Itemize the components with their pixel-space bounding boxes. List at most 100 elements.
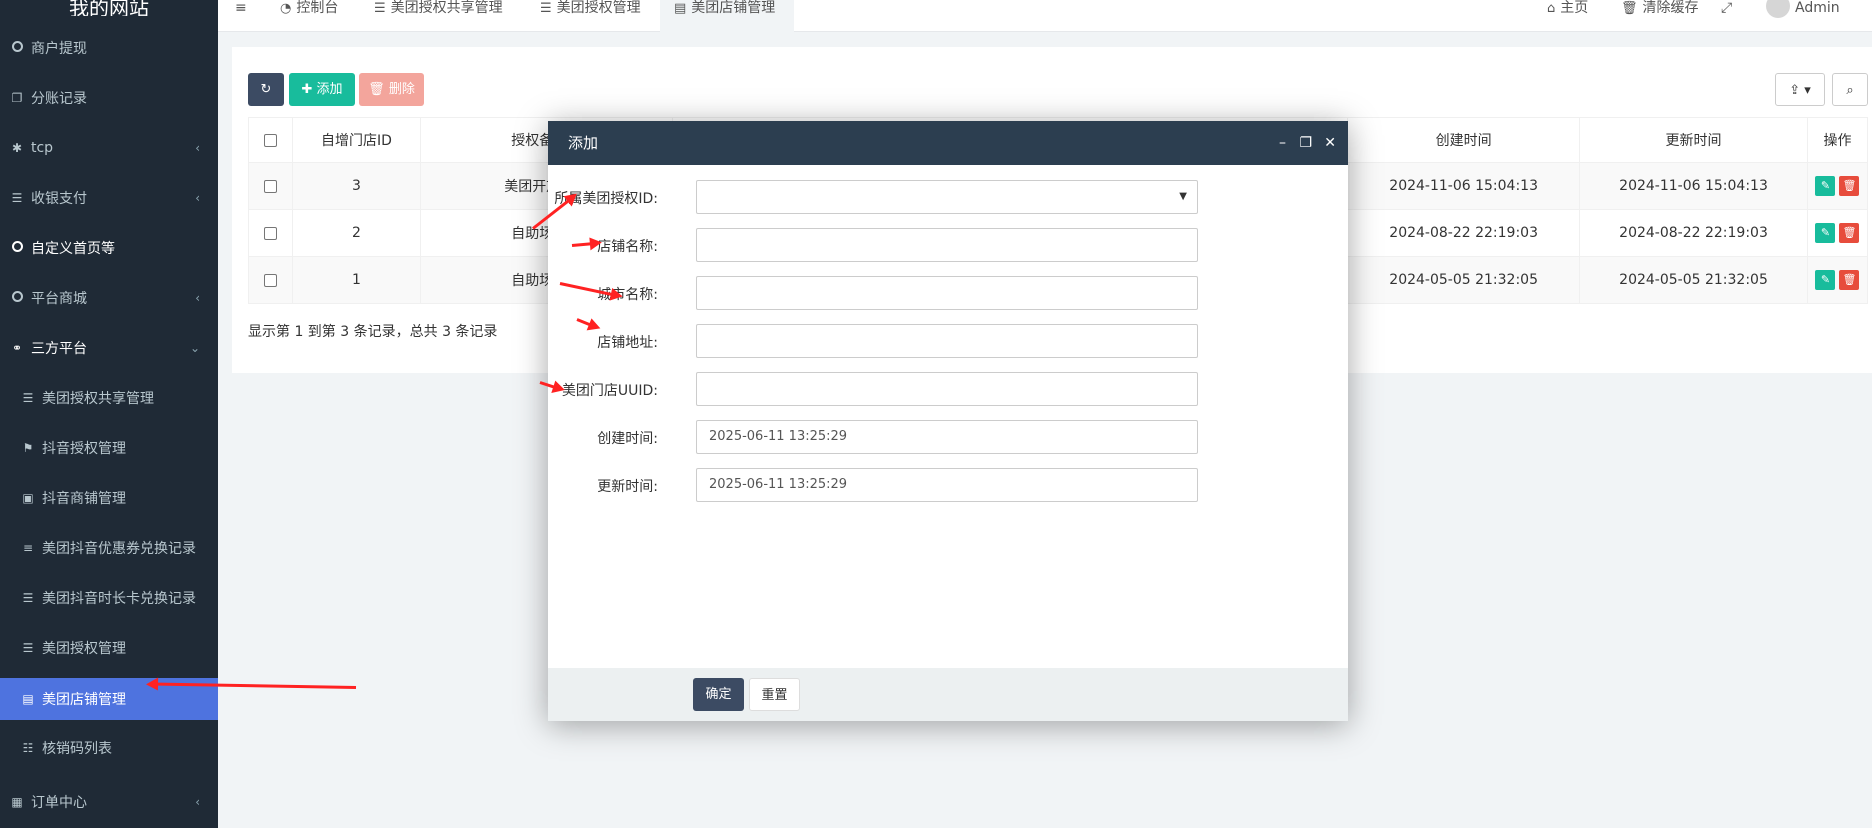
form-row-auth-id: 所属美团授权ID: ▼ — [548, 180, 1348, 214]
column-header[interactable]: 创建时间 — [1347, 117, 1581, 163]
export-icon: ⇪ ▾ — [1789, 83, 1811, 98]
topbar: ≡ ◔ 控制台 ☰ 美团授权共享管理 ☰ 美团授权管理 ▤ 美团店铺管理 ⌂ 主页 🗑 清除… — [218, 0, 1872, 32]
list-icon: ☰ — [374, 1, 386, 16]
maximize-icon[interactable]: ❐ — [1299, 121, 1312, 165]
list-icon: ☰ — [540, 1, 552, 16]
edit-icon[interactable]: ✎ — [1815, 176, 1836, 196]
cell-actions: ✎ 🗑 — [1806, 209, 1869, 257]
delete-icon[interactable]: 🗑 — [1839, 223, 1860, 243]
chevron-down-icon: ⌄ — [189, 341, 200, 355]
chevron-left-icon: ‹ — [195, 795, 200, 809]
close-icon[interactable]: ✕ — [1324, 121, 1336, 165]
refresh-button[interactable]: ↻ — [248, 73, 284, 106]
sidebar-item-douyin-auth[interactable]: ⚑ 抖音授权管理 — [0, 428, 218, 468]
field-label: 所属美团授权ID: — [554, 191, 658, 207]
updated-time-input[interactable]: 2025-06-11 13:25:29 — [696, 468, 1198, 502]
sidebar-item-verify-codes[interactable]: ☷ 核销码列表 — [0, 728, 218, 768]
confirm-button[interactable]: 确定 — [693, 678, 744, 711]
handshake-icon: ⚭ — [11, 341, 23, 355]
created-time-input[interactable]: 2025-06-11 13:25:29 — [696, 420, 1198, 454]
flag-icon: ⚑ — [22, 441, 34, 455]
sidebar-item-merchant-withdraw[interactable]: 商户提现 — [0, 28, 218, 68]
edit-icon[interactable]: ✎ — [1815, 223, 1836, 243]
sidebar-item-meituan-share[interactable]: ☰ 美团授权共享管理 — [0, 378, 218, 418]
delete-icon[interactable]: 🗑 — [1839, 176, 1860, 196]
tab-meituan-shop[interactable]: ▤ 美团店铺管理 — [660, 0, 794, 32]
tab-meituan-auth[interactable]: ☰ 美团授权管理 — [540, 0, 641, 32]
book-icon: ▤ — [674, 1, 687, 16]
sidebar: 我的网站 商户提现 ❐ 分账记录 ✱ tcp ‹ ☰ 收银支付 ‹ 自定义首页等 平台商城… — [0, 0, 218, 828]
sidebar-item-douyin-shop[interactable]: ▣ 抖音商铺管理 — [0, 478, 218, 518]
dialog-footer: 确定 重置 — [548, 668, 1348, 721]
dashboard-icon: ◔ — [280, 1, 292, 16]
row-checkbox[interactable] — [248, 162, 293, 210]
auth-id-select[interactable]: ▼ — [696, 180, 1198, 214]
archive-icon: ▣ — [22, 491, 34, 505]
site-logo[interactable]: 我的网站 — [0, 0, 218, 16]
sidebar-item-coupon-records[interactable]: ≡ 美团抖音优惠券兑换记录 — [0, 528, 218, 568]
field-label: 店铺地址: — [597, 335, 658, 351]
sidebar-item-orders[interactable]: ▦ 订单中心 ‹ — [0, 782, 218, 822]
dialog-header: 添加 – ❐ ✕ — [548, 121, 1348, 165]
sidebar-item-tcp[interactable]: ✱ tcp ‹ — [0, 128, 218, 168]
form-row-shop-address: 店铺地址: — [548, 324, 1348, 358]
cell-updated: 2024-11-06 15:04:13 — [1579, 162, 1808, 210]
row-checkbox[interactable] — [248, 209, 293, 257]
circle-icon — [9, 241, 25, 255]
book-icon: ▤ — [22, 692, 34, 706]
home-link[interactable]: ⌂ 主页 — [1547, 0, 1588, 32]
list-ol-icon: ☷ — [22, 741, 34, 755]
row-checkbox[interactable] — [248, 256, 293, 304]
column-header[interactable]: 自增门店ID — [291, 117, 421, 163]
caret-down-icon: ▼ — [1179, 191, 1187, 202]
cell-updated: 2024-05-05 21:32:05 — [1579, 256, 1808, 304]
chevron-left-icon: ‹ — [195, 141, 200, 155]
list-icon: ☰ — [22, 641, 34, 655]
fullscreen-icon[interactable]: ⤢ — [1721, 0, 1732, 32]
list-icon: ☰ — [22, 391, 34, 405]
trash-icon: 🗑 — [1621, 1, 1638, 16]
list-icon: ☰ — [11, 191, 23, 205]
sidebar-item-custom-home[interactable]: 自定义首页等 — [0, 228, 218, 268]
city-name-input[interactable] — [696, 276, 1198, 310]
delete-button[interactable]: 🗑 删除 — [359, 73, 424, 106]
search-button[interactable]: ⌕ — [1832, 73, 1868, 106]
field-label: 店铺名称: — [597, 239, 658, 255]
shop-name-input[interactable] — [696, 228, 1198, 262]
select-all-checkbox[interactable] — [248, 117, 293, 163]
home-icon: ⌂ — [1547, 1, 1556, 16]
form-row-city-name: 城市名称: — [548, 276, 1348, 310]
cell-created: 2024-08-22 22:19:03 — [1347, 209, 1581, 257]
delete-icon[interactable]: 🗑 — [1839, 270, 1860, 290]
add-button[interactable]: ✚ 添加 — [289, 73, 355, 106]
column-header[interactable]: 更新时间 — [1579, 117, 1808, 163]
form-row-shop-name: 店铺名称: — [548, 228, 1348, 262]
user-menu[interactable]: Admin — [1766, 0, 1840, 32]
cell-id: 1 — [291, 256, 421, 304]
copy-icon: ❐ — [11, 91, 23, 105]
clear-cache-button[interactable]: 🗑 清除缓存 — [1621, 0, 1699, 32]
sidebar-item-split-records[interactable]: ❐ 分账记录 — [0, 78, 218, 118]
shop-address-input[interactable] — [696, 324, 1198, 358]
edit-icon[interactable]: ✎ — [1815, 270, 1836, 290]
refresh-icon: ↻ — [260, 82, 272, 97]
asterisk-icon: ✱ — [11, 141, 23, 155]
list-alt-icon: ▦ — [11, 795, 23, 809]
form-row-shop-uuid: 美团门店UUID: — [548, 372, 1348, 406]
plus-icon: ✚ — [301, 82, 313, 97]
cell-id: 2 — [291, 209, 421, 257]
tab-dashboard[interactable]: ◔ 控制台 — [280, 0, 338, 32]
sidebar-item-third-party[interactable]: ⚭ 三方平台 ⌄ — [0, 328, 218, 368]
export-button[interactable]: ⇪ ▾ — [1775, 73, 1825, 106]
shop-uuid-input[interactable] — [696, 372, 1198, 406]
minimize-icon[interactable]: – — [1279, 121, 1286, 165]
sidebar-item-mall[interactable]: 平台商城 ‹ — [0, 278, 218, 318]
sidebar-item-meituan-auth[interactable]: ☰ 美团授权管理 — [0, 628, 218, 668]
sidebar-item-timecard-records[interactable]: ☰ 美团抖音时长卡兑换记录 — [0, 578, 218, 618]
cell-updated: 2024-08-22 22:19:03 — [1579, 209, 1808, 257]
cell-created: 2024-05-05 21:32:05 — [1347, 256, 1581, 304]
sidebar-item-cashier[interactable]: ☰ 收银支付 ‹ — [0, 178, 218, 218]
menu-toggle-icon[interactable]: ≡ — [235, 0, 247, 32]
reset-button[interactable]: 重置 — [749, 678, 800, 711]
tab-meituan-share[interactable]: ☰ 美团授权共享管理 — [374, 0, 503, 32]
